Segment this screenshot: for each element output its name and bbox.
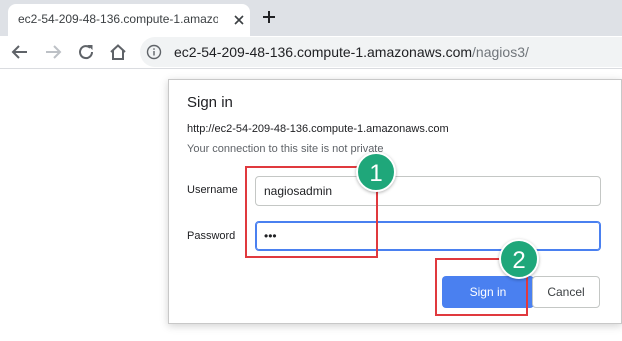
url-host: ec2-54-209-48-136.compute-1.amazonaws.co…	[174, 44, 473, 60]
url-text: ec2-54-209-48-136.compute-1.amazonaws.co…	[174, 44, 529, 60]
tab-title: ec2-54-209-48-136.compute-1.amazo	[18, 12, 218, 26]
reload-icon[interactable]	[75, 41, 97, 63]
browser-toolbar: ec2-54-209-48-136.compute-1.amazonaws.co…	[0, 36, 622, 68]
step-2-badge: 2	[499, 239, 539, 279]
step-1-badge: 1	[356, 152, 396, 192]
toolbar-divider	[0, 68, 622, 69]
info-icon[interactable]	[146, 44, 162, 60]
address-bar[interactable]: ec2-54-209-48-136.compute-1.amazonaws.co…	[140, 37, 622, 67]
dialog-title: Sign in	[187, 94, 233, 111]
browser-tab[interactable]: ec2-54-209-48-136.compute-1.amazo	[8, 4, 250, 36]
tab-strip: ec2-54-209-48-136.compute-1.amazo	[0, 0, 622, 36]
sign-in-dialog: Sign in http://ec2-54-209-48-136.compute…	[168, 79, 622, 324]
url-path: /nagios3/	[472, 44, 529, 60]
username-label: Username	[187, 184, 238, 196]
cancel-button[interactable]: Cancel	[532, 276, 600, 308]
home-icon[interactable]	[107, 41, 129, 63]
privacy-warning: Your connection to this site is not priv…	[187, 143, 384, 155]
forward-icon[interactable]	[42, 41, 64, 63]
close-icon[interactable]	[230, 11, 248, 29]
new-tab-icon[interactable]	[259, 7, 279, 27]
password-label: Password	[187, 230, 236, 242]
dialog-site-url: http://ec2-54-209-48-136.compute-1.amazo…	[187, 123, 449, 135]
back-icon[interactable]	[9, 41, 31, 63]
